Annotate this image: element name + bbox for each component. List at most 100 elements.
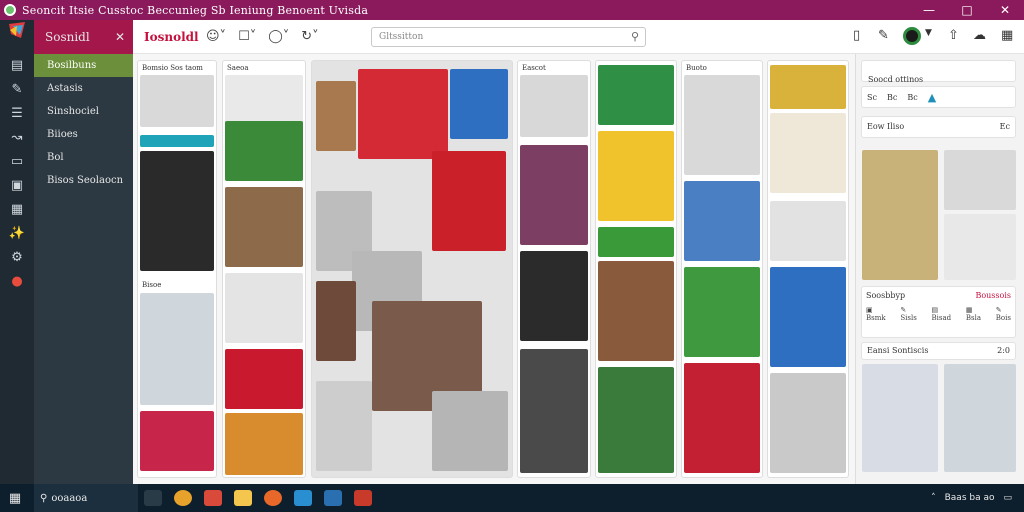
sidebar-item-2[interactable]: Sinshociel bbox=[34, 100, 133, 123]
share-icon[interactable]: ⇧ bbox=[948, 28, 959, 43]
preview-thumbnail[interactable] bbox=[944, 214, 1016, 280]
store-thumbnail[interactable] bbox=[140, 151, 214, 271]
media-icon[interactable] bbox=[264, 490, 282, 506]
store-thumbnail[interactable] bbox=[598, 131, 674, 221]
settings-icon[interactable]: ⚙ bbox=[0, 246, 34, 270]
sidebar-item-5[interactable]: Bisos Seolaocn bbox=[34, 169, 133, 192]
chevron-down-icon[interactable]: ▼ bbox=[925, 28, 932, 38]
store-thumbnail[interactable] bbox=[358, 69, 448, 159]
right-panel: Soocd ottinos Sc Bc Bc ▲ Eow Iliso Ec So… bbox=[855, 54, 1024, 484]
store-thumbnail[interactable] bbox=[520, 349, 588, 473]
avatar[interactable] bbox=[903, 27, 921, 45]
drop-icon[interactable]: ▲ bbox=[928, 91, 936, 104]
filter-label[interactable]: Sc bbox=[867, 93, 877, 102]
app-icon[interactable] bbox=[204, 490, 222, 506]
store-thumbnail[interactable] bbox=[316, 381, 372, 471]
taskbar-search[interactable]: ⚲ ooaaoa bbox=[34, 484, 138, 512]
tool-button[interactable]: ✎ Bois bbox=[996, 306, 1011, 322]
tool-button[interactable]: ✎ Sisls bbox=[900, 306, 916, 322]
card-caption: Bomsio Sos taom bbox=[142, 64, 203, 72]
filter-label[interactable]: Bc bbox=[887, 93, 897, 102]
store-thumbnail[interactable] bbox=[432, 391, 508, 471]
app-logo-icon[interactable] bbox=[0, 20, 34, 54]
store-thumbnail[interactable] bbox=[598, 227, 674, 257]
preview-thumbnail[interactable] bbox=[944, 364, 1016, 472]
store-thumbnail[interactable] bbox=[225, 273, 303, 343]
comment-dropdown-icon[interactable]: ◯˅ bbox=[268, 29, 289, 44]
image-icon[interactable]: ▣ bbox=[0, 174, 34, 198]
store-thumbnail[interactable] bbox=[520, 145, 588, 245]
store-icon[interactable] bbox=[294, 490, 312, 506]
search-icon[interactable]: ⚲ bbox=[631, 28, 639, 46]
sidebar-item-3[interactable]: Biioes bbox=[34, 123, 133, 146]
store-thumbnail[interactable] bbox=[140, 75, 214, 127]
filter-label[interactable]: Bc bbox=[907, 93, 917, 102]
dashboard-icon[interactable]: ▤ bbox=[0, 54, 34, 78]
store-thumbnail[interactable] bbox=[770, 201, 846, 261]
edit-icon[interactable]: ✎ bbox=[878, 28, 889, 43]
tool-button[interactable]: ▦ Bsla bbox=[966, 306, 981, 322]
notification-icon[interactable]: ▭ bbox=[1003, 493, 1012, 503]
document-icon[interactable] bbox=[354, 490, 372, 506]
section-link[interactable]: Boussois bbox=[975, 291, 1011, 300]
store-thumbnail[interactable] bbox=[520, 251, 588, 341]
store-thumbnail[interactable] bbox=[684, 363, 760, 473]
layers-icon[interactable]: ☰ bbox=[0, 102, 34, 126]
sidebar-item-1[interactable]: Astasis bbox=[34, 77, 133, 100]
task-view-icon[interactable] bbox=[144, 490, 162, 506]
store-thumbnail[interactable] bbox=[598, 65, 674, 125]
store-thumbnail[interactable] bbox=[684, 181, 760, 261]
store-thumbnail[interactable] bbox=[770, 373, 846, 473]
tool-button[interactable]: ▤ Bisad bbox=[932, 306, 952, 322]
store-thumbnail[interactable] bbox=[316, 81, 356, 151]
gallery-column-6: Buoto bbox=[681, 60, 763, 478]
store-thumbnail[interactable] bbox=[684, 267, 760, 357]
store-thumbnail[interactable] bbox=[520, 75, 588, 137]
store-thumbnail[interactable] bbox=[225, 121, 303, 181]
apps-grid-icon[interactable]: ▦ bbox=[1001, 28, 1013, 43]
emoji-dropdown-icon[interactable]: ☺˅ bbox=[206, 29, 226, 44]
preview-thumbnail[interactable] bbox=[862, 364, 938, 472]
store-thumbnail[interactable] bbox=[598, 367, 674, 473]
maximize-icon[interactable]: □ bbox=[948, 3, 986, 17]
browser-icon[interactable] bbox=[174, 490, 192, 506]
store-thumbnail[interactable] bbox=[225, 413, 303, 475]
editor-icon[interactable] bbox=[324, 490, 342, 506]
store-thumbnail[interactable] bbox=[598, 261, 674, 361]
cloud-icon[interactable]: ☁ bbox=[973, 28, 986, 43]
frame-icon[interactable]: ▦ bbox=[0, 198, 34, 222]
store-thumbnail[interactable] bbox=[225, 349, 303, 409]
store-thumbnail[interactable] bbox=[316, 281, 356, 361]
sidebar-item-0[interactable]: Bosilbuns bbox=[34, 54, 133, 77]
section-title: Eow Iliso bbox=[867, 122, 905, 131]
preview-thumbnail[interactable] bbox=[944, 150, 1016, 210]
monitor-icon[interactable]: ▭ bbox=[0, 150, 34, 174]
store-thumbnail[interactable] bbox=[770, 267, 846, 367]
store-thumbnail[interactable] bbox=[450, 69, 508, 139]
sidebar-close-icon[interactable]: ✕ bbox=[115, 30, 125, 44]
tools-icon[interactable]: ✨ bbox=[0, 222, 34, 246]
store-thumbnail[interactable] bbox=[432, 151, 506, 251]
sidebar-item-4[interactable]: Bol bbox=[34, 146, 133, 169]
close-icon[interactable]: ✕ bbox=[986, 3, 1024, 17]
store-thumbnail[interactable] bbox=[684, 75, 760, 175]
folder-icon[interactable] bbox=[234, 490, 252, 506]
notification-icon[interactable]: ● bbox=[0, 270, 34, 294]
preview-thumbnail[interactable] bbox=[862, 150, 938, 280]
store-thumbnail[interactable] bbox=[140, 293, 214, 405]
chat-dropdown-icon[interactable]: ☐˅ bbox=[238, 29, 256, 44]
store-thumbnail[interactable] bbox=[770, 113, 846, 193]
chart-icon[interactable]: ↝ bbox=[0, 126, 34, 150]
brush-icon[interactable]: ✎ bbox=[0, 78, 34, 102]
minimize-icon[interactable]: — bbox=[910, 3, 948, 17]
start-icon[interactable]: ▦ bbox=[0, 491, 30, 506]
refresh-dropdown-icon[interactable]: ↻˅ bbox=[301, 29, 318, 44]
clipboard-icon[interactable]: ▯ bbox=[853, 28, 860, 43]
tool-button[interactable]: ▣ Bsmk bbox=[866, 306, 886, 322]
store-thumbnail[interactable] bbox=[770, 65, 846, 109]
search-input[interactable]: Gltssitton ⚲ bbox=[371, 27, 646, 47]
icon-rail: ▤ ✎ ☰ ↝ ▭ ▣ ▦ ✨ ⚙ ● bbox=[0, 20, 34, 484]
store-thumbnail[interactable] bbox=[225, 187, 303, 267]
store-thumbnail[interactable] bbox=[140, 411, 214, 471]
chevron-up-icon[interactable]: ˄ bbox=[931, 493, 936, 503]
